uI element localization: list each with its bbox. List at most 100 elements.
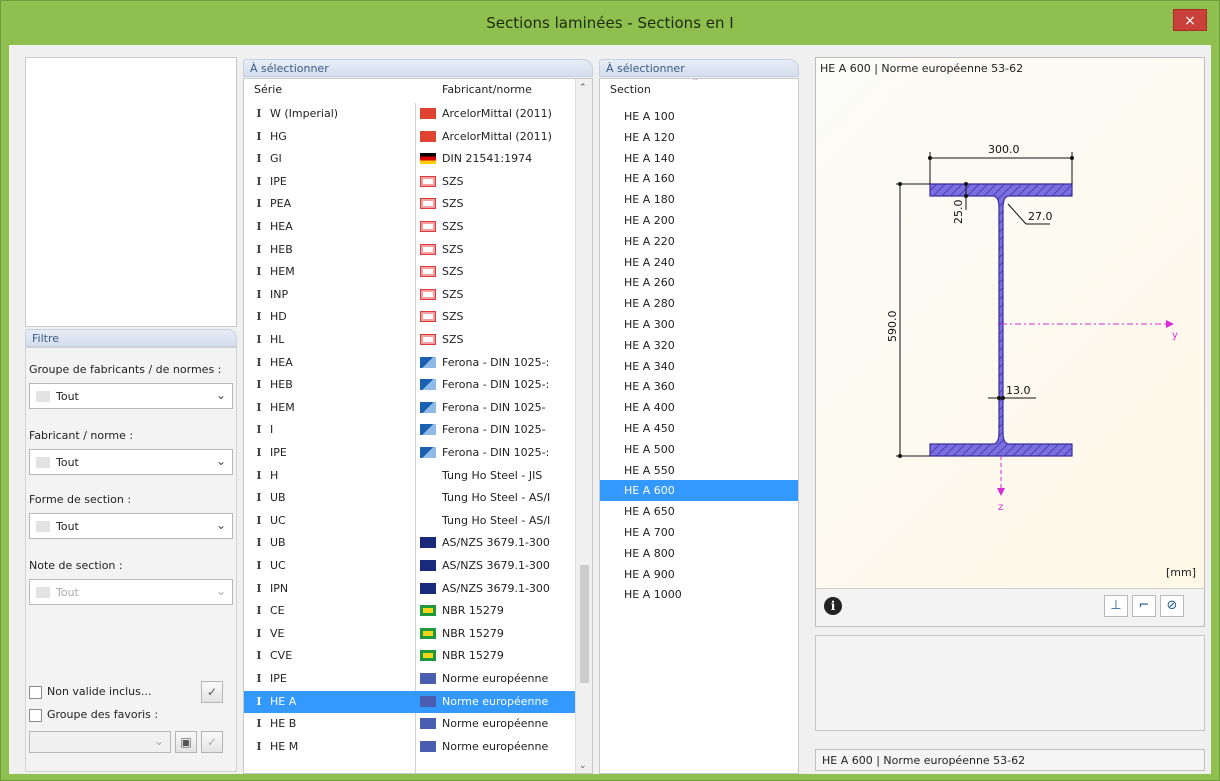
section-row[interactable]: HE A 200 [600, 210, 798, 231]
section-row[interactable]: HE A 280 [600, 293, 798, 314]
section-row[interactable]: HE A 140 [600, 148, 798, 169]
section-row[interactable]: HE A 500 [600, 439, 798, 460]
section-row[interactable]: HE A 650 [600, 501, 798, 522]
section-row[interactable]: HE A 900 [600, 564, 798, 585]
favorites-select[interactable]: ⌄ [29, 731, 171, 753]
column-header-serie[interactable]: Série [254, 79, 282, 101]
section-row[interactable]: HE A 100 [600, 106, 798, 127]
series-row[interactable]: I I Ferona - DIN 1025- [244, 419, 576, 441]
i-beam-icon: I [256, 626, 262, 640]
series-row[interactable]: I H Tung Ho Steel - JIS [244, 465, 576, 487]
manufacturer-name: Norme européenne [442, 694, 549, 708]
section-row[interactable]: HE A 180 [600, 189, 798, 210]
series-row[interactable]: I HEB SZS [244, 239, 576, 261]
series-row[interactable]: I UC AS/NZS 3679.1-300 [244, 555, 576, 577]
series-row[interactable]: I HE B Norme européenne [244, 713, 576, 735]
section-row[interactable]: HE A 600 [600, 480, 798, 502]
i-beam-icon: I [256, 536, 262, 550]
series-name: CE [270, 604, 285, 618]
series-name: HG [270, 129, 287, 143]
color-swatch-icon [36, 457, 50, 468]
series-row[interactable]: I IPN AS/NZS 3679.1-300 [244, 578, 576, 600]
series-row[interactable]: I IPE SZS [244, 171, 576, 193]
ferona-flag-icon [420, 401, 436, 413]
i-beam-icon: I [256, 717, 262, 731]
series-row[interactable]: I CE NBR 15279 [244, 600, 576, 622]
section-row[interactable]: HE A 700 [600, 522, 798, 543]
series-row[interactable]: I HE A Norme européenne [244, 690, 576, 713]
tungho-flag-icon [420, 492, 436, 504]
section-row[interactable]: HE A 220 [600, 231, 798, 252]
series-name: H [270, 468, 279, 482]
section-row[interactable]: HE A 800 [600, 543, 798, 564]
section-list: Section ⌃ HE A 100 HE A 120 HE A 140 HE A 1… [599, 78, 799, 774]
manufacturer-name: SZS [442, 174, 464, 188]
series-row[interactable]: I HE M Norme européenne [244, 736, 576, 758]
close-button[interactable]: × [1173, 9, 1207, 31]
series-row[interactable]: I HEA Ferona - DIN 1025-: [244, 352, 576, 374]
info-icon[interactable]: i [824, 597, 842, 615]
au-flag-icon [420, 560, 436, 571]
series-row[interactable]: I HEA SZS [244, 216, 576, 238]
section-row[interactable]: HE A 240 [600, 252, 798, 273]
column-header-section[interactable]: Section [610, 79, 651, 101]
series-scrollbar[interactable]: ⌃ ⌄ [575, 79, 592, 773]
group-filter-select[interactable]: Tout ⌄ [29, 383, 233, 409]
series-row[interactable]: I W (Imperial) ArcelorMittal (2011) [244, 103, 576, 125]
manufacturer-name: AS/NZS 3679.1-300 [442, 536, 550, 550]
invalid-included-checkbox[interactable] [29, 686, 42, 699]
note-filter-select[interactable]: Tout ⌄ [29, 579, 233, 605]
section-row[interactable]: HE A 360 [600, 376, 798, 397]
au-flag-icon [420, 582, 436, 594]
series-row[interactable]: I CVE NBR 15279 [244, 645, 576, 667]
series-row[interactable]: I PEA SZS [244, 193, 576, 215]
chevron-down-icon: ⌄ [215, 388, 226, 402]
section-row[interactable]: HE A 450 [600, 418, 798, 439]
column-header-fabricant[interactable]: Fabricant/norme [442, 79, 532, 101]
shape-filter-select[interactable]: Tout ⌄ [29, 513, 233, 539]
series-row[interactable]: I HG ArcelorMittal (2011) [244, 126, 576, 148]
series-row[interactable]: I UB Tung Ho Steel - AS/I [244, 487, 576, 509]
section-row[interactable]: HE A 550 [600, 460, 798, 481]
favorites-checkbox[interactable] [29, 709, 42, 722]
section-row[interactable]: HE A 160 [600, 168, 798, 189]
series-row[interactable]: I HEM Ferona - DIN 1025- [244, 397, 576, 419]
series-row[interactable]: I INP SZS [244, 284, 576, 306]
series-row[interactable]: I IPE Norme européenne [244, 668, 576, 690]
i-beam-icon: I [256, 174, 262, 188]
favorites-folder-button[interactable]: ▣ [175, 731, 197, 753]
favorites-edit-button[interactable]: ✓ [201, 731, 223, 753]
series-row[interactable]: I GI DIN 21541:1974 [244, 148, 576, 170]
manufacturer-name: NBR 15279 [442, 649, 504, 663]
section-row[interactable]: HE A 1000 [600, 584, 798, 605]
szs-flag-icon [420, 175, 436, 187]
series-row[interactable]: I HD SZS [244, 306, 576, 328]
scrollbar-thumb[interactable] [580, 565, 589, 683]
title-bar: Sections laminées - Sections en I [1, 1, 1219, 45]
i-beam-icon: I [256, 400, 262, 414]
series-row[interactable]: I VE NBR 15279 [244, 623, 576, 645]
series-row[interactable]: I HL SZS [244, 329, 576, 351]
section-row[interactable]: HE A 120 [600, 127, 798, 148]
series-name: HE A [270, 694, 297, 708]
section-row[interactable]: HE A 300 [600, 314, 798, 335]
series-row[interactable]: I UC Tung Ho Steel - AS/I [244, 510, 576, 532]
series-name: HEM [270, 400, 295, 414]
series-name: IPE [270, 672, 287, 685]
axes-toggle-button[interactable]: ⌐ [1132, 595, 1156, 617]
i-beam-icon: I [256, 468, 262, 482]
eu-flag-icon [420, 695, 436, 707]
section-row[interactable]: HE A 260 [600, 272, 798, 293]
section-row[interactable]: HE A 400 [600, 397, 798, 418]
edit-filter-button[interactable]: ✓ [201, 681, 223, 703]
series-row[interactable]: I IPE Ferona - DIN 1025-: [244, 442, 576, 464]
zoom-reset-button[interactable]: ⊘ [1160, 595, 1184, 617]
maker-filter-select[interactable]: Tout ⌄ [29, 449, 233, 475]
series-row[interactable]: I UB AS/NZS 3679.1-300 [244, 532, 576, 554]
series-row[interactable]: I HEB Ferona - DIN 1025-: [244, 374, 576, 396]
section-row[interactable]: HE A 320 [600, 335, 798, 356]
dimension-toggle-button[interactable]: ⊥ [1104, 595, 1128, 617]
section-row[interactable]: HE A 340 [600, 356, 798, 377]
series-row[interactable]: I HEM SZS [244, 261, 576, 283]
i-beam-icon: I [256, 355, 262, 369]
